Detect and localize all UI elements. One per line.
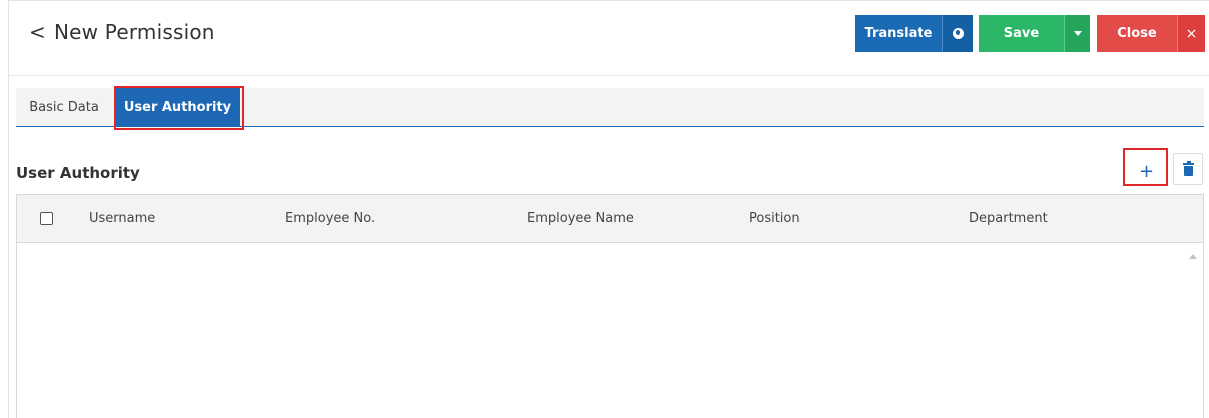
column-header-employee-no[interactable]: Employee No.	[285, 211, 375, 226]
table-header: Username Employee No. Employee Name Posi…	[17, 195, 1203, 243]
delete-user-button[interactable]	[1173, 153, 1203, 185]
caret-down-icon	[1073, 31, 1082, 36]
save-button[interactable]: Save	[979, 15, 1064, 52]
translate-language-button[interactable]	[942, 15, 973, 52]
header-divider	[9, 75, 1209, 76]
close-button-group: Close ×	[1097, 15, 1205, 52]
page-title: New Permission	[54, 20, 215, 44]
section-title: User Authority	[16, 164, 140, 182]
table-scrollbar[interactable]	[1179, 243, 1203, 418]
globe-icon	[952, 28, 964, 39]
scroll-up-arrow-icon[interactable]	[1189, 254, 1197, 259]
column-header-position[interactable]: Position	[749, 211, 800, 226]
add-user-button[interactable]: +	[1124, 156, 1169, 186]
tab-bar: Basic Data User Authority	[16, 88, 1204, 127]
back-button[interactable]: <	[29, 20, 54, 44]
close-x-button[interactable]: ×	[1177, 15, 1205, 52]
column-header-username[interactable]: Username	[89, 211, 155, 226]
close-icon: ×	[1185, 25, 1198, 42]
close-button[interactable]: Close	[1097, 15, 1177, 52]
translate-button-group: Translate	[855, 15, 973, 52]
tab-basic-data[interactable]: Basic Data	[16, 88, 112, 126]
translate-button[interactable]: Translate	[855, 15, 942, 52]
trash-icon	[1182, 160, 1194, 176]
column-header-employee-name[interactable]: Employee Name	[527, 211, 634, 226]
tab-user-authority[interactable]: User Authority	[115, 88, 240, 126]
save-options-button[interactable]	[1064, 15, 1090, 52]
column-header-department[interactable]: Department	[969, 211, 1048, 226]
chevron-left-icon: <	[29, 20, 46, 44]
select-all-checkbox[interactable]	[40, 212, 53, 225]
plus-icon: +	[1138, 160, 1155, 182]
save-button-group: Save	[979, 15, 1090, 52]
user-authority-table: Username Employee No. Employee Name Posi…	[16, 194, 1204, 418]
